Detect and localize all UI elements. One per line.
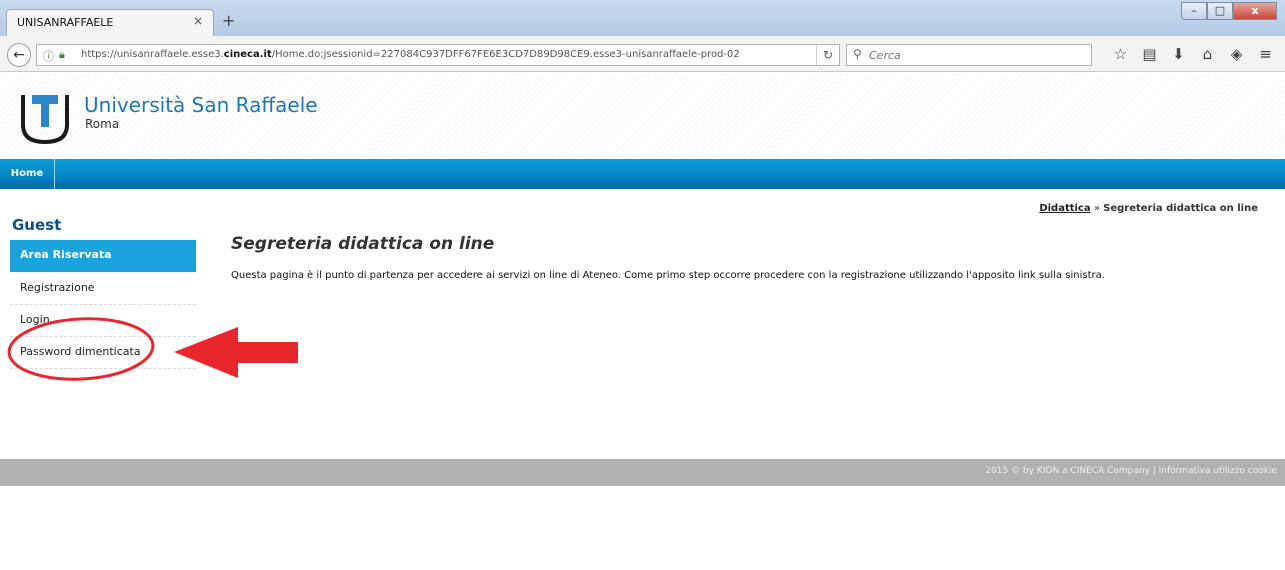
nav-home-link[interactable]: Home (0, 159, 55, 189)
highlight-circle-annotation (7, 317, 155, 381)
lock-icon[interactable]: 🔒︎ (59, 48, 65, 62)
download-icon[interactable]: ⬇ (1164, 44, 1193, 64)
search-bar[interactable]: ⚲ (846, 44, 1092, 66)
brand-name[interactable]: Università San Raffaele (84, 93, 318, 117)
maximize-button[interactable]: □ (1207, 2, 1233, 20)
close-tab-icon[interactable]: × (193, 14, 203, 28)
page-title: Segreteria didattica on line (231, 234, 495, 254)
info-icon[interactable]: ⓘ (43, 48, 54, 64)
pocket-icon[interactable]: ◈ (1222, 44, 1251, 64)
main-navbar: Home (0, 159, 1285, 189)
menu-icon[interactable]: ≡ (1251, 44, 1280, 64)
breadcrumb-separator: » (1093, 203, 1100, 214)
home-icon[interactable]: ⌂ (1193, 44, 1222, 64)
url-text[interactable]: https://unisanraffaele.esse3.cineca.it/H… (81, 49, 740, 60)
back-button[interactable]: ← (7, 43, 31, 67)
page-description: Questa pagina è il punto di partenza per… (231, 270, 1105, 281)
arrow-annotation (174, 327, 298, 378)
reading-list-icon[interactable]: ▤ (1135, 44, 1164, 64)
browser-toolbar: ← ⓘ 🔒︎ https://unisanraffaele.esse3.cine… (0, 36, 1285, 72)
breadcrumb-link-didattica[interactable]: Didattica (1039, 203, 1090, 214)
brand-city: Roma (85, 117, 120, 131)
site-header: Università San Raffaele Roma (0, 73, 1285, 159)
search-icon: ⚲ (853, 47, 862, 61)
browser-tab[interactable]: UNISANRAFFAELE × (6, 9, 214, 36)
back-arrow-icon: ← (13, 47, 25, 63)
window-controls: – □ x (1181, 2, 1277, 22)
star-icon[interactable]: ☆ (1106, 44, 1135, 64)
sidebar-item-registrazione[interactable]: Registrazione (10, 273, 196, 305)
search-input[interactable] (869, 46, 1083, 64)
footer: 2015 © by KION a CINECA Company | Inform… (0, 459, 1285, 486)
sidebar-item-area-riservata[interactable]: Area Riservata (10, 240, 196, 272)
browser-titlebar: UNISANRAFFAELE × + – □ x (0, 0, 1285, 36)
new-tab-icon[interactable]: + (222, 11, 235, 30)
toolbar-icons: ☆ ▤ ⬇ ⌂ ◈ ≡ (1106, 44, 1280, 64)
tab-title: UNISANRAFFAELE (17, 16, 114, 29)
breadcrumb: Didattica » Segreteria didattica on line (1039, 203, 1258, 214)
sidebar-heading: Guest (12, 216, 62, 234)
minimize-button[interactable]: – (1181, 2, 1207, 20)
reload-icon[interactable]: ↻ (816, 45, 839, 65)
footer-text[interactable]: 2015 © by KION a CINECA Company | Inform… (985, 466, 1277, 476)
close-window-button[interactable]: x (1233, 2, 1277, 20)
university-logo[interactable] (20, 91, 70, 145)
address-bar[interactable]: ⓘ 🔒︎ https://unisanraffaele.esse3.cineca… (36, 44, 840, 66)
breadcrumb-current: Segreteria didattica on line (1103, 203, 1258, 214)
